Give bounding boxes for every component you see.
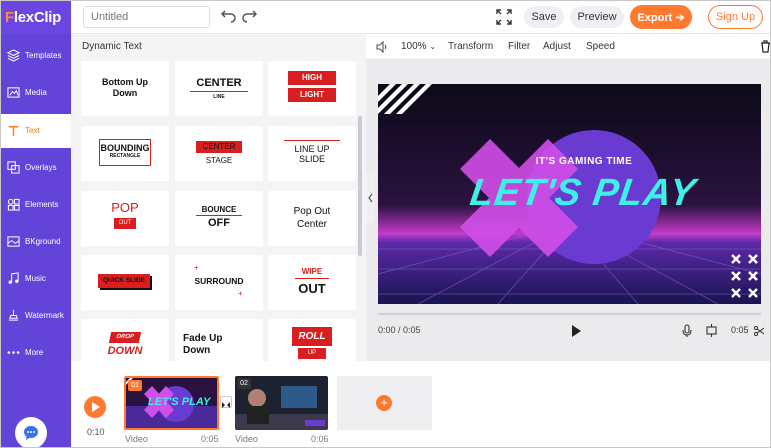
text-template-drop-down[interactable]: DROP DOWN: [81, 319, 169, 361]
divider-line: [284, 140, 340, 141]
clip-duration: 0:05: [731, 325, 749, 335]
elements-icon: [7, 198, 20, 211]
aspect-ratio-icon[interactable]: [705, 324, 718, 337]
sidebar-item-watermark[interactable]: Watermark: [1, 299, 71, 333]
scissors-icon[interactable]: [754, 326, 764, 336]
text-template-quick-slide[interactable]: QUICK SLIDE: [81, 255, 169, 310]
transition-button[interactable]: [220, 396, 232, 408]
sign-up-button[interactable]: Sign Up: [708, 5, 763, 29]
timeline-play-button[interactable]: [84, 396, 106, 418]
text-template-roll-up[interactable]: ROLL UP: [268, 319, 356, 361]
clip-2-type: Video: [235, 434, 258, 444]
fullscreen-icon[interactable]: [495, 8, 513, 26]
sidebar-item-music[interactable]: Music: [1, 262, 71, 296]
sidebar-item-overlays[interactable]: Overlays: [1, 151, 71, 185]
adjust-button[interactable]: Adjust: [543, 41, 571, 52]
sidebar: Templates Media Text Overlays Elements B…: [1, 34, 71, 447]
watermark-icon: [8, 309, 19, 321]
playback-progress[interactable]: [378, 313, 761, 315]
redo-icon[interactable]: [241, 8, 259, 26]
sidebar-item-more[interactable]: More: [1, 336, 71, 370]
text-template-pop-out[interactable]: POP OUT: [81, 191, 169, 246]
clip-thumb-text: LET'S PLAY: [148, 396, 211, 408]
sidebar-item-text[interactable]: Text: [1, 114, 71, 148]
top-bar: FlexClip Save Preview Export ➔ Sign Up: [1, 1, 770, 34]
background-icon: [7, 236, 20, 247]
clip-2-duration: 0:06: [311, 434, 329, 444]
text-template-pop-out-center[interactable]: Pop Out Center: [268, 191, 356, 246]
sidebar-item-media[interactable]: Media: [1, 76, 71, 110]
clip-index: 02: [237, 378, 251, 389]
templates-icon: [7, 49, 20, 62]
timeline: 0:10 01 LET'S PLAY 02 + Video 0:05 Video…: [71, 361, 770, 447]
player-controls: 0:00 / 0:05 0:05: [366, 313, 770, 361]
save-button[interactable]: Save: [524, 6, 564, 28]
flexclip-logo[interactable]: FlexClip: [1, 1, 71, 34]
text-template-fade-up-down[interactable]: Fade Up Down: [175, 319, 263, 361]
text-template-highlight[interactable]: HIGH LIGHT: [268, 61, 356, 116]
divider-line: [295, 278, 329, 279]
timeline-clip-1[interactable]: 01 LET'S PLAY: [124, 376, 219, 430]
plus-icon: +: [238, 289, 243, 298]
text-template-surround[interactable]: + SURROUND +: [175, 255, 263, 310]
video-preview[interactable]: IT'S GAMING TIME LET'S PLAY: [378, 84, 761, 304]
chat-icon: [24, 426, 38, 440]
video-subtitle: IT'S GAMING TIME: [535, 156, 633, 167]
media-icon: [7, 87, 20, 98]
chat-support-button[interactable]: [15, 417, 47, 447]
export-button[interactable]: Export ➔: [630, 5, 692, 29]
text-template-center-stage[interactable]: CENTER STAGE: [175, 126, 263, 181]
more-icon: [7, 351, 20, 354]
plus-icon: +: [376, 395, 392, 411]
transition-icon: [222, 402, 230, 408]
text-template-line-up-slide[interactable]: LINE UP SLIDE: [268, 126, 356, 181]
panel-title: Dynamic Text: [82, 41, 142, 52]
text-icon: [8, 126, 19, 137]
sidebar-item-elements[interactable]: Elements: [1, 188, 71, 222]
playback-time: 0:00 / 0:05: [378, 325, 421, 335]
undo-icon[interactable]: [219, 8, 237, 26]
filter-button[interactable]: Filter: [508, 41, 530, 52]
editor-toolbar: 100% ⌄ Transform Filter Adjust Speed: [366, 34, 771, 60]
zoom-dropdown[interactable]: 100% ⌄: [401, 41, 436, 52]
chevron-left-icon: [368, 193, 373, 203]
delete-icon[interactable]: [760, 40, 771, 53]
add-clip-button[interactable]: +: [337, 376, 432, 430]
text-template-bounding-rectangle[interactable]: BOUNDING RECTANGLE: [81, 126, 169, 181]
plus-icon: +: [194, 263, 199, 272]
clip-index: 01: [128, 380, 142, 391]
video-headline: LET'S PLAY: [467, 172, 699, 214]
overlays-icon: [7, 161, 20, 174]
play-icon[interactable]: [571, 325, 581, 337]
project-title-input[interactable]: [83, 6, 210, 28]
divider-line: [190, 91, 248, 92]
text-template-bottom-up-down[interactable]: Bottom Up Down: [81, 61, 169, 116]
timeline-current-time: 0:10: [87, 427, 105, 437]
arrow-right-icon: ➔: [675, 11, 685, 24]
speed-button[interactable]: Speed: [586, 41, 615, 52]
transform-button[interactable]: Transform: [448, 41, 493, 52]
panel-scrollbar[interactable]: [358, 116, 362, 256]
clip-1-duration: 0:05: [201, 434, 219, 444]
play-icon: [92, 402, 100, 412]
divider-line: [196, 215, 242, 216]
microphone-icon[interactable]: [682, 324, 692, 338]
sidebar-item-templates[interactable]: Templates: [1, 39, 71, 73]
text-template-bounce-off[interactable]: BOUNCE OFF: [175, 191, 263, 246]
text-template-wipe-out[interactable]: WIPE OUT: [268, 255, 356, 310]
panel-collapse-handle[interactable]: [366, 173, 375, 223]
clip-1-type: Video: [125, 434, 148, 444]
volume-icon[interactable]: [376, 41, 389, 53]
music-icon: [8, 272, 19, 284]
chevron-down-icon: ⌄: [429, 42, 437, 51]
sidebar-item-background[interactable]: BKground: [1, 225, 71, 259]
text-template-center-line[interactable]: CENTER LINE: [175, 61, 263, 116]
dynamic-text-panel: Dynamic Text Bottom Up Down CENTER LINE …: [71, 34, 366, 361]
preview-button[interactable]: Preview: [570, 6, 624, 28]
flexclip-editor: FlexClip Save Preview Export ➔ Sign Up T…: [0, 0, 771, 448]
timeline-clip-2[interactable]: 02: [235, 376, 328, 430]
